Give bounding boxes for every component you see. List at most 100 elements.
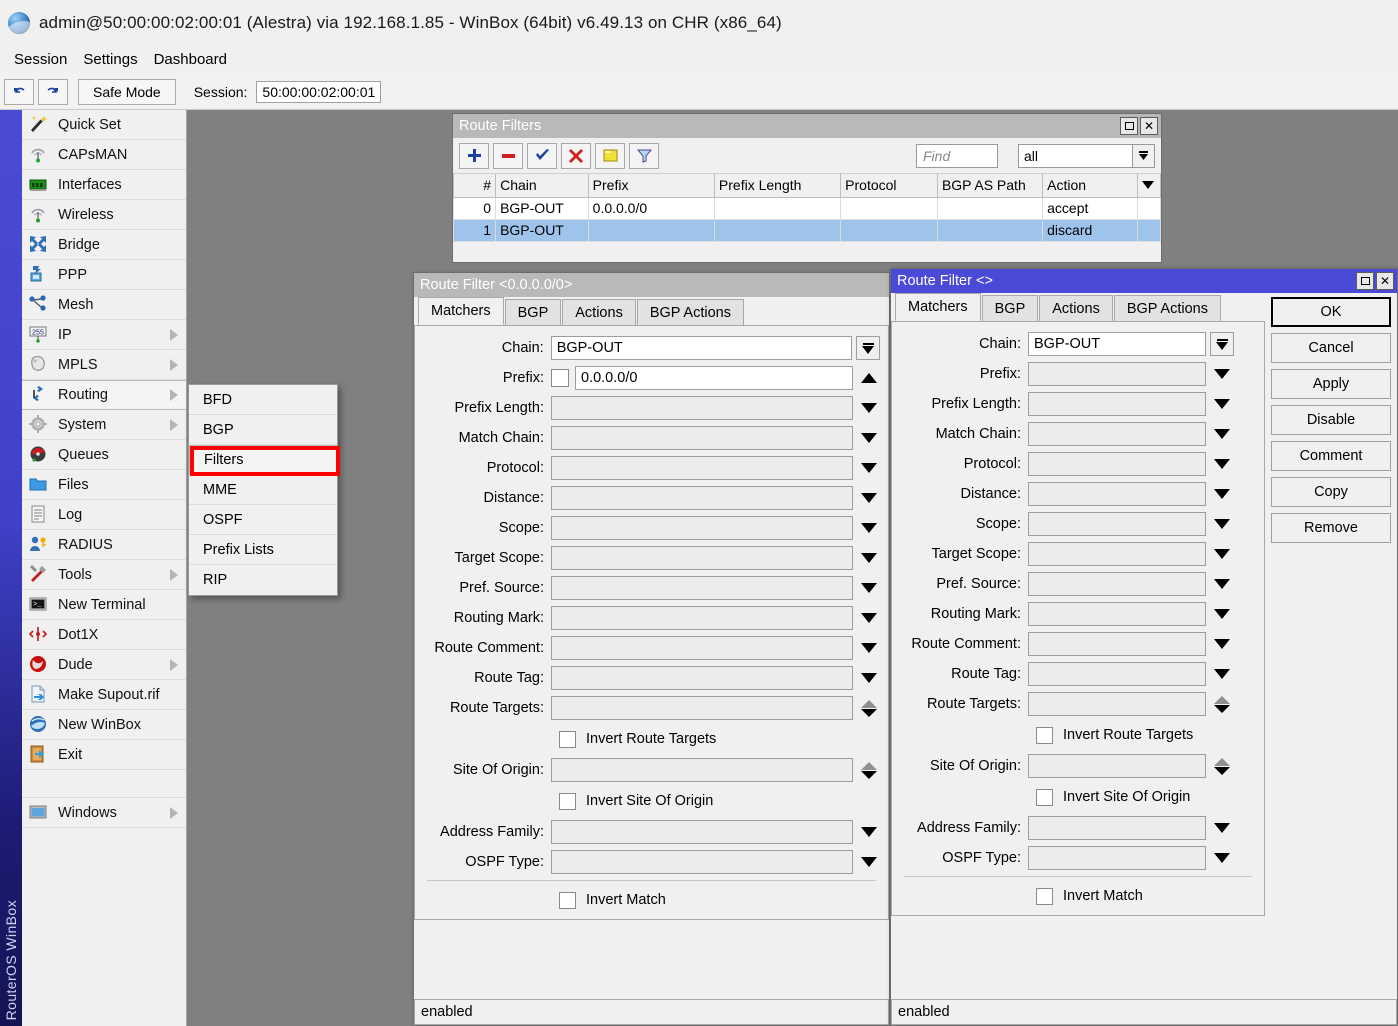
check-icon[interactable] [527,143,557,169]
chevron-down-icon[interactable] [861,403,877,413]
invert-route-targets-checkbox[interactable] [559,731,576,748]
funnel-icon[interactable] [629,143,659,169]
chevron-down-icon[interactable] [1214,369,1230,379]
field-input[interactable] [1028,572,1206,596]
field-input[interactable] [551,758,853,782]
column-header-action[interactable]: Action [1043,174,1138,197]
chevron-down-icon[interactable] [861,433,877,443]
menu-settings[interactable]: Settings [75,49,145,70]
find-input[interactable]: Find [916,144,998,168]
routing-submenu-item-rip[interactable]: RIP [189,565,337,595]
plus-icon[interactable] [459,143,489,169]
sidebar-item-interfaces[interactable]: Interfaces [22,170,186,200]
routing-submenu-item-bgp[interactable]: BGP [189,415,337,445]
sidebar-item-files[interactable]: Files [22,470,186,500]
prefix-enable-checkbox[interactable] [551,369,569,387]
field-input[interactable] [1028,452,1206,476]
close-icon[interactable]: ✕ [1376,272,1394,290]
field-input[interactable] [1028,816,1206,840]
chevron-down-icon[interactable] [1214,639,1230,649]
field-input[interactable] [1028,542,1206,566]
field-input[interactable] [551,426,853,450]
chevron-down-icon[interactable] [861,523,877,533]
tab-bgp[interactable]: BGP [505,299,562,325]
column-header-chain[interactable]: Chain [496,174,589,197]
sidebar-item-capsman[interactable]: CAPsMAN [22,140,186,170]
sidebar-item-log[interactable]: Log [22,500,186,530]
sidebar-item-make-supout-rif[interactable]: Make Supout.rif [22,680,186,710]
column-header-prefix-length[interactable]: Prefix Length [714,174,840,197]
field-input[interactable] [1028,482,1206,506]
field-input[interactable] [1028,512,1206,536]
dialog-right-titlebar[interactable]: Route Filter <> ✕ [891,269,1397,293]
sidebar-item-wireless[interactable]: Wireless [22,200,186,230]
chevron-down-icon[interactable] [1133,144,1155,168]
field-input[interactable] [551,696,853,720]
cancel-button[interactable]: Cancel [1271,333,1391,363]
routing-submenu-item-mme[interactable]: MME [189,475,337,505]
field-input[interactable] [551,636,853,660]
combo-dropdown-icon[interactable] [856,336,880,360]
invert-match-checkbox[interactable] [559,892,576,909]
field-input[interactable]: BGP-OUT [551,336,852,360]
sidebar-item-new-terminal[interactable]: >_New Terminal [22,590,186,620]
ok-button[interactable]: OK [1271,297,1391,327]
invert-site-of-origin-checkbox[interactable] [559,793,576,810]
column-menu-icon[interactable] [1137,174,1160,197]
field-input[interactable] [551,516,853,540]
remove-button[interactable]: Remove [1271,513,1391,543]
menu-session[interactable]: Session [6,49,75,70]
field-input[interactable] [551,486,853,510]
field-input[interactable] [551,396,853,420]
tab-actions[interactable]: Actions [1039,295,1113,321]
undo-arrow-icon[interactable] [4,79,34,105]
chevron-down-icon[interactable] [861,643,877,653]
routing-submenu-item-ospf[interactable]: OSPF [189,505,337,535]
chevron-down-icon[interactable] [1214,853,1230,863]
chevron-down-icon[interactable] [1214,609,1230,619]
field-input[interactable]: BGP-OUT [1028,332,1206,356]
field-input[interactable] [1028,602,1206,626]
routing-submenu-item-filters[interactable]: Filters [189,445,337,475]
sidebar-item-quick-set[interactable]: Quick Set [22,110,186,140]
chevron-down-icon[interactable] [1214,823,1230,833]
routing-submenu-item-prefix-lists[interactable]: Prefix Lists [189,535,337,565]
maximize-icon[interactable] [1356,272,1374,290]
invert-match-checkbox[interactable] [1036,888,1053,905]
spinner-icon[interactable] [861,700,877,717]
combo-dropdown-icon[interactable] [1210,332,1234,356]
sidebar-item-mesh[interactable]: Mesh [22,290,186,320]
safe-mode-button[interactable]: Safe Mode [78,79,176,105]
table-row[interactable]: 0BGP-OUT0.0.0.0/0accept [454,197,1161,219]
sidebar-item-radius[interactable]: RADIUS [22,530,186,560]
field-input[interactable] [551,576,853,600]
field-input[interactable] [1028,392,1206,416]
tab-actions[interactable]: Actions [562,299,636,325]
spinner-icon[interactable] [861,762,877,779]
sidebar-item-queues[interactable]: Queues [22,440,186,470]
sidebar-item-new-winbox[interactable]: New WinBox [22,710,186,740]
field-input[interactable] [551,666,853,690]
chevron-down-icon[interactable] [1214,549,1230,559]
route-filters-titlebar[interactable]: Route Filters ✕ [453,114,1161,138]
chevron-down-icon[interactable] [861,827,877,837]
chevron-down-icon[interactable] [1214,429,1230,439]
disable-button[interactable]: Disable [1271,405,1391,435]
field-input[interactable] [1028,846,1206,870]
close-icon[interactable]: ✕ [1140,117,1158,135]
maximize-icon[interactable] [1120,117,1138,135]
field-input[interactable] [1028,692,1206,716]
chevron-down-icon[interactable] [1214,579,1230,589]
tab-matchers[interactable]: Matchers [418,297,504,325]
chevron-down-icon[interactable] [1214,519,1230,529]
sidebar-item-tools[interactable]: Tools [22,560,186,590]
field-input[interactable] [551,456,853,480]
dialog-left-titlebar[interactable]: Route Filter <0.0.0.0/0> [414,273,889,297]
tab-bgp[interactable]: BGP [982,295,1039,321]
field-input[interactable]: 0.0.0.0/0 [575,366,853,390]
menu-dashboard[interactable]: Dashboard [146,49,235,70]
chevron-down-icon[interactable] [1214,489,1230,499]
field-input[interactable] [1028,754,1206,778]
chevron-down-icon[interactable] [861,463,877,473]
chevron-up-icon[interactable] [861,373,877,383]
